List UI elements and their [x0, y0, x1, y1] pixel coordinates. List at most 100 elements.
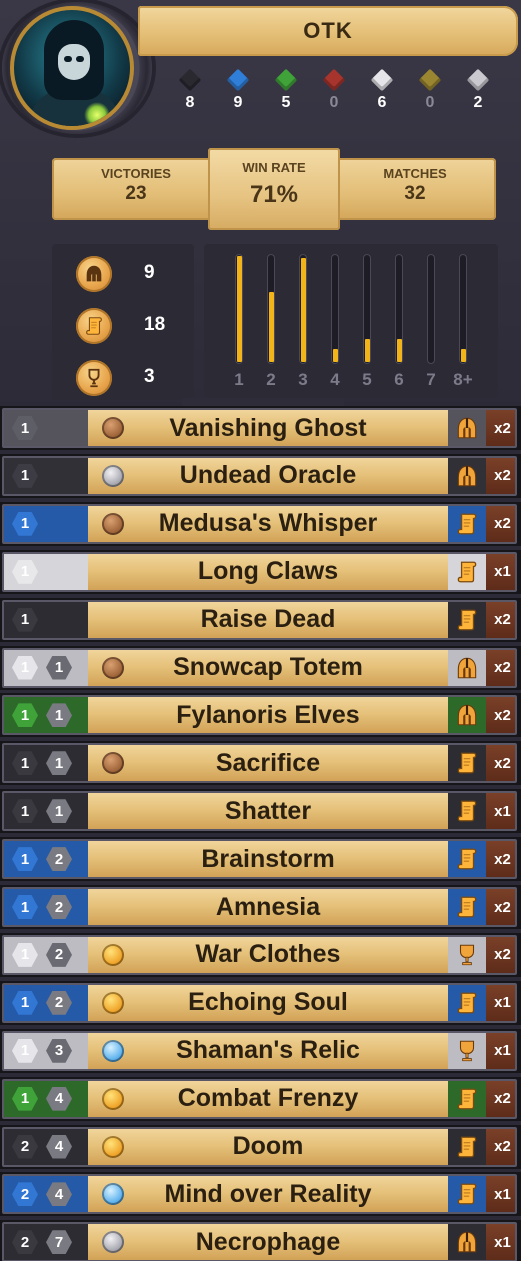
- bronze-set-icon: [102, 656, 124, 679]
- card-row[interactable]: 1 Raise Dead x2: [0, 597, 521, 642]
- card-frame: 1 1 Shatter x1: [2, 791, 517, 832]
- card-name: Echoing Soul: [188, 988, 348, 1017]
- mana-gem-icon: 2: [46, 942, 72, 967]
- card-name-plate: Shatter: [88, 793, 448, 830]
- card-count: x2: [486, 1128, 515, 1165]
- rarity-breakdown: 9 18 3: [52, 244, 194, 400]
- scroll-icon: [448, 841, 486, 878]
- card-frame: 1 1 Sacrifice x2: [2, 743, 517, 784]
- card-count: x2: [486, 649, 515, 686]
- curve-tick-label: 6: [394, 370, 404, 389]
- card-cost: 11: [4, 697, 90, 733]
- card-name-plate: Fylanoris Elves: [88, 697, 448, 734]
- mana-gem-icon: 1: [46, 799, 72, 824]
- gem-count-blue-gem: 9: [223, 68, 253, 120]
- card-name: War Clothes: [195, 940, 341, 969]
- curve-column: 3: [288, 254, 318, 398]
- card-count: x2: [486, 889, 515, 925]
- avatar[interactable]: [10, 6, 134, 130]
- card-count: x1: [486, 793, 515, 830]
- card-count: x2: [486, 936, 515, 973]
- mana-gem-icon: 1: [12, 895, 38, 919]
- card-row[interactable]: 1 1 Snowcap Totem x2: [0, 645, 521, 690]
- card-row[interactable]: 1 2 Echoing Soul x1: [0, 980, 521, 1025]
- gem-count-value: 5: [281, 94, 291, 111]
- gem-count-value: 6: [377, 94, 387, 111]
- card-cost: 24: [4, 1129, 90, 1165]
- gold-set-icon: [102, 1135, 124, 1158]
- curve-tick-label: 4: [330, 370, 340, 389]
- card-row[interactable]: 1 Vanishing Ghost x2: [0, 406, 521, 450]
- mana-gem-icon: 1: [46, 655, 72, 680]
- curve-column: 8+: [448, 254, 478, 398]
- card-row[interactable]: 1 Long Claws x1: [0, 549, 521, 594]
- matches-panel: MATCHES 32: [334, 158, 496, 220]
- card-frame: 1 Long Claws x1: [2, 551, 517, 592]
- bronze-set-icon: [102, 512, 124, 535]
- card-name: Doom: [232, 1132, 304, 1160]
- gem-count-neutral-gem: 2: [463, 68, 493, 120]
- card-cost: 12: [4, 937, 90, 973]
- curve-column: 1: [224, 254, 254, 398]
- curve-bar: [237, 256, 242, 362]
- gem-counts: 8 9 5 0 6 0 2: [170, 68, 510, 120]
- matches-value: 32: [404, 183, 426, 204]
- card-row[interactable]: 1 4 Combat Frenzy x2: [0, 1076, 521, 1121]
- mana-gem-icon: 4: [46, 1086, 72, 1111]
- mana-gem-icon: 1: [12, 751, 38, 776]
- card-row[interactable]: 1 3 Shaman's Relic x1: [0, 1028, 521, 1073]
- card-row[interactable]: 2 4 Doom x2: [0, 1124, 521, 1169]
- card-count: x1: [486, 984, 515, 1021]
- card-row[interactable]: 1 1 Shatter x1: [0, 789, 521, 834]
- mana-gem-icon: 1: [12, 416, 38, 440]
- card-cost: 1: [4, 602, 90, 638]
- mana-gem-icon: 1: [46, 703, 72, 728]
- card-cost: 1: [4, 506, 90, 542]
- card-cost: 11: [4, 650, 90, 686]
- curve-tick-label: 3: [298, 370, 308, 389]
- mana-gem-icon: 4: [46, 1134, 72, 1159]
- card-frame: 2 4 Doom x2: [2, 1126, 517, 1167]
- mana-gem-icon: 3: [46, 1038, 72, 1063]
- card-count: x1: [486, 1176, 515, 1213]
- mana-gem-icon: 2: [46, 895, 72, 919]
- card-name-plate: Brainstorm: [88, 841, 448, 878]
- card-row[interactable]: 1 Medusa's Whisper x2: [0, 501, 521, 546]
- scroll-icon: [448, 793, 486, 830]
- deck-name-banner[interactable]: OTK: [138, 6, 518, 56]
- card-cost: 11: [4, 793, 90, 829]
- card-count: x2: [486, 505, 515, 542]
- card-name: Snowcap Totem: [173, 653, 363, 681]
- card-row[interactable]: 2 7 Necrophage x1: [0, 1220, 521, 1261]
- card-cost: 1: [4, 410, 90, 446]
- card-count: x2: [486, 457, 515, 494]
- scroll-icon: [76, 308, 112, 344]
- card-row[interactable]: 1 2 War Clothes x2: [0, 932, 521, 977]
- card-name: Shaman's Relic: [176, 1036, 360, 1065]
- trophy-icon: [448, 1032, 486, 1069]
- green-gem-icon: [274, 68, 298, 92]
- card-row[interactable]: 1 1 Fylanoris Elves x2: [0, 693, 521, 738]
- card-name-plate: Sacrifice: [88, 745, 448, 782]
- card-name-plate: Undead Oracle: [88, 457, 448, 494]
- card-name-plate: Shaman's Relic: [88, 1032, 448, 1069]
- victories-label: VICTORIES: [101, 166, 171, 181]
- blue-gem-icon: [226, 68, 250, 92]
- card-row[interactable]: 2 4 Mind over Reality x1: [0, 1172, 521, 1217]
- card-row[interactable]: 1 Undead Oracle x2: [0, 453, 521, 498]
- curve-tick-label: 7: [426, 370, 436, 389]
- card-name: Shatter: [224, 796, 312, 825]
- card-row[interactable]: 1 2 Brainstorm x2: [0, 837, 521, 882]
- avatar-eye: [76, 56, 84, 62]
- card-frame: 1 2 War Clothes x2: [2, 934, 517, 975]
- mana-gem-icon: 2: [46, 990, 72, 1015]
- mana-gem-icon: 4: [46, 1182, 72, 1207]
- card-name: Combat Frenzy: [177, 1084, 359, 1113]
- mana-gem-icon: 1: [12, 511, 38, 536]
- card-count: x2: [486, 841, 515, 878]
- card-name-plate: Raise Dead: [88, 601, 448, 638]
- card-count: x1: [486, 1032, 515, 1069]
- mana-gem-icon: 2: [12, 1230, 38, 1255]
- card-row[interactable]: 1 2 Amnesia x2: [0, 885, 521, 929]
- card-row[interactable]: 1 1 Sacrifice x2: [0, 741, 521, 786]
